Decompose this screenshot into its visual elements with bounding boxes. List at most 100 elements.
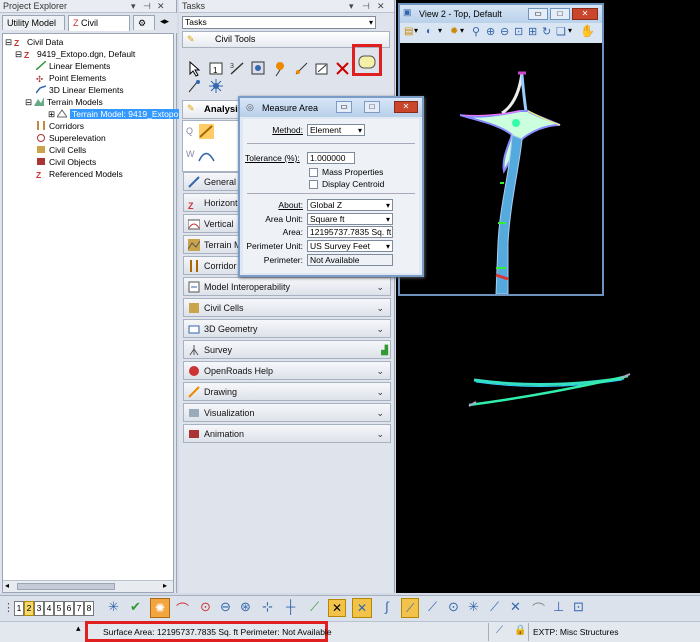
tree-node[interactable]: ⊟ Z 9419_Extopo.dgn, Default [15, 48, 135, 60]
zoom-in-icon[interactable]: ⊕ [486, 25, 495, 38]
center-icon[interactable]: ⊙ [448, 599, 459, 615]
center-snap-icon[interactable]: ⊙ [200, 599, 211, 615]
view-attributes-icon[interactable]: ▤ [404, 26, 413, 37]
terrain-analysis-icon[interactable] [198, 146, 215, 163]
pin-icon[interactable]: ⊣ [362, 0, 370, 13]
view-2-canvas[interactable] [400, 43, 602, 294]
close-button[interactable]: ✕ [572, 8, 598, 20]
tree-node-selected[interactable]: ⊞ Terrain Model: 9419_Extopo [48, 108, 181, 120]
measure-volume-icon[interactable] [314, 60, 331, 77]
parallel-icon[interactable]: ⌒ [532, 599, 545, 618]
dropdown-icon[interactable]: ▾ [568, 26, 572, 35]
tolerance-field[interactable]: 1.000000 [307, 152, 355, 164]
update-view-icon[interactable]: ⚲ [472, 25, 480, 38]
intersect-icon[interactable]: ┼ [286, 599, 295, 614]
pan-view-icon[interactable]: ✋ [580, 24, 595, 38]
curve-icon[interactable]: ∫ [385, 599, 389, 614]
section-model-interoperability[interactable]: Model Interoperability ⌄ [183, 277, 391, 296]
dropdown-icon[interactable]: ▾ [349, 0, 354, 13]
maximize-button[interactable]: □ [550, 8, 570, 20]
section-civil-cells[interactable]: Civil Cells ⌄ [183, 298, 391, 317]
dropdown-icon[interactable]: ▾ [460, 26, 464, 35]
point-tool-icon[interactable] [186, 78, 203, 95]
perimeter-unit-dropdown[interactable]: US Survey Feet [307, 240, 393, 252]
accudraw-icon[interactable]: ✳ [108, 599, 119, 615]
close-icon[interactable]: ✕ [377, 0, 385, 13]
measure-area-icon[interactable] [358, 53, 376, 71]
measure-length-icon[interactable] [293, 60, 310, 77]
dropdown-icon[interactable]: ▾ [438, 26, 442, 35]
tree-node[interactable]: ⊟ Terrain Models [25, 96, 103, 108]
display-centroid-checkbox[interactable] [309, 180, 318, 189]
delete-icon[interactable] [334, 60, 351, 77]
dropdown-icon[interactable]: ▾ [131, 0, 136, 13]
circle-snap-icon[interactable]: ⊖ [220, 599, 231, 615]
view-7-button[interactable]: 7 [74, 601, 84, 616]
area-field[interactable]: 12195737.7835 Sq. ft [307, 226, 393, 238]
pin-icon[interactable]: ⊣ [143, 0, 151, 13]
light-icon[interactable]: ✹ [450, 26, 458, 37]
dropdown-icon[interactable]: ▾ [414, 26, 418, 35]
tree-node[interactable]: Superelevation [36, 132, 106, 144]
mass-properties-checkbox[interactable] [309, 168, 318, 177]
section-drawing[interactable]: Drawing ⌄ [183, 382, 391, 401]
element-info-icon[interactable]: 1 [208, 60, 225, 77]
cross-icon[interactable]: ✕ [510, 599, 521, 615]
section-openroads-help[interactable]: OpenRoads Help ⌄ [183, 361, 391, 380]
scroll-left-icon[interactable]: ◂ [5, 581, 9, 590]
measure-distance-icon[interactable]: 3 [229, 60, 246, 77]
tree-node[interactable]: ⊟ Z Civil Data [5, 36, 63, 48]
select-icon[interactable] [186, 60, 203, 77]
section-visualization[interactable]: Visualization ⌄ [183, 403, 391, 422]
snap-active-button[interactable]: ✺ [150, 598, 170, 618]
keypoint-button[interactable]: ✕ [328, 599, 346, 617]
multi-snap-icon[interactable]: ✳ [468, 599, 479, 615]
minimize-button[interactable]: ▭ [528, 8, 548, 20]
scroll-arrows-icon[interactable]: ◂▸ [160, 16, 169, 27]
view-6-button[interactable]: 6 [64, 601, 74, 616]
tree-node[interactable]: Civil Objects [36, 156, 96, 168]
status-tool-icon[interactable]: ⟋ [496, 625, 503, 636]
fence-icon[interactable]: ⊡ [573, 599, 584, 615]
lock-icon[interactable]: 🔒 [514, 625, 526, 636]
tab-civil-model[interactable]: Z Civil Model [68, 15, 130, 42]
close-button[interactable]: ✕ [394, 101, 418, 113]
view-titlebar[interactable]: ▣ View 2 - Top, Default ▭ □ ✕ [400, 5, 602, 23]
display-style-icon[interactable]: ◐ [426, 26, 432, 37]
nearest-button[interactable]: ⟋ [401, 598, 419, 618]
bisector-icon[interactable]: ⊹ [262, 599, 273, 615]
minimize-button[interactable]: ▭ [336, 101, 352, 113]
w-icon[interactable]: W [186, 149, 195, 159]
view-3-button[interactable]: 3 [34, 601, 44, 616]
q-icon[interactable]: Q [186, 126, 193, 136]
fit-view-icon[interactable]: ⊞ [528, 25, 537, 38]
tree-node[interactable]: ✣ Point Elements [36, 72, 106, 84]
measure-radius-icon[interactable] [250, 60, 267, 77]
about-dropdown[interactable]: Global Z [307, 199, 393, 211]
check-icon[interactable]: ✔ [130, 599, 141, 615]
tasks-dropdown[interactable]: Tasks [182, 16, 376, 29]
profile-icon[interactable] [198, 123, 215, 140]
tree-node[interactable]: Corridors [36, 120, 84, 132]
view-8-button[interactable]: 8 [84, 601, 94, 616]
section-3d-geometry[interactable]: 3D Geometry ⌄ [183, 319, 391, 338]
origin-snap-icon[interactable]: ⊛ [240, 599, 251, 615]
view-previous-icon[interactable]: ❑ [556, 25, 566, 38]
arc-icon[interactable]: ⌒ [176, 599, 189, 618]
line-icon[interactable]: ⟋ [428, 599, 437, 615]
angle-icon[interactable]: ⊥ [553, 599, 564, 615]
view-2-button[interactable]: 2 [24, 601, 34, 616]
tree-node[interactable]: Linear Elements [35, 60, 110, 72]
view-5-button[interactable]: 5 [54, 601, 64, 616]
window-area-icon[interactable]: ⊡ [514, 25, 523, 38]
tree-node[interactable]: Civil Cells [36, 144, 86, 156]
active-level[interactable]: EXTP: Misc Structures [533, 627, 619, 637]
spider-tool-icon[interactable] [208, 78, 225, 95]
method-dropdown[interactable]: Element [307, 124, 365, 136]
view-4-button[interactable]: 4 [44, 601, 54, 616]
area-unit-dropdown[interactable]: Square ft [307, 213, 393, 225]
zoom-out-icon[interactable]: ⊖ [500, 25, 509, 38]
measure-angle-icon[interactable] [272, 60, 289, 77]
maximize-button[interactable]: □ [364, 101, 380, 113]
tree-node[interactable]: 3D Linear Elements [35, 84, 124, 96]
